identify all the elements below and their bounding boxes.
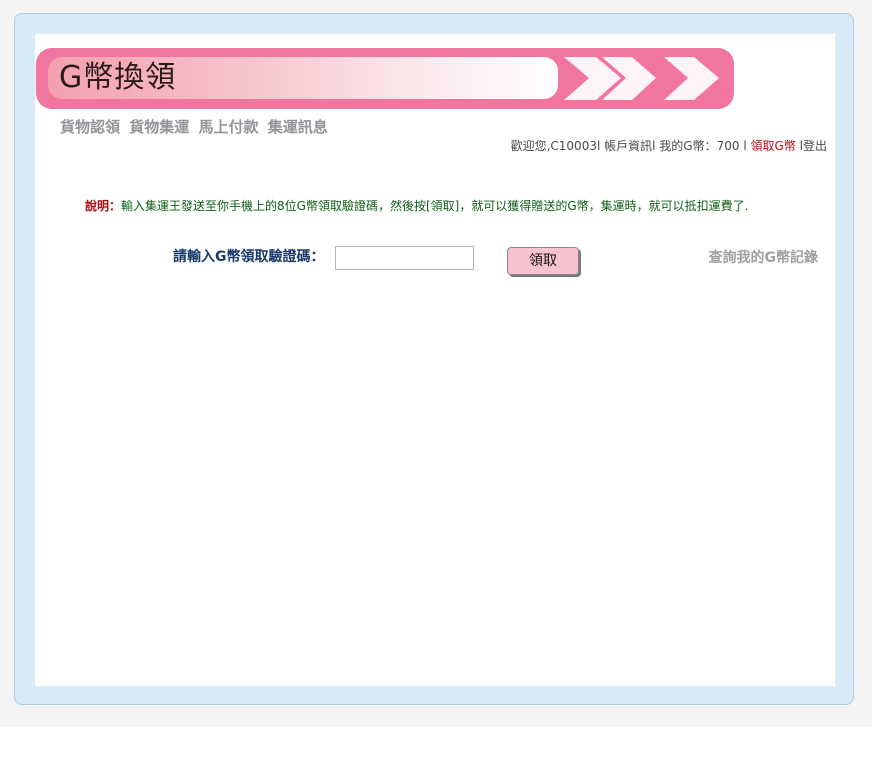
instructions-label: 說明： [85, 199, 122, 213]
verification-code-input[interactable] [335, 246, 474, 270]
g-coin-record-link[interactable]: 查詢我的G幣記錄 [709, 247, 819, 267]
instructions: 說明：輸入集運王發送至你手機上的8位G幣領取驗證碼，然後按[領取]，就可以獲得贈… [85, 197, 748, 214]
g-coin-balance: 我的G幣：700 [659, 139, 740, 153]
welcome-text: 歡迎您,C10003l [510, 139, 601, 153]
nav-item-consolidation-info[interactable]: 集運訊息 [268, 118, 328, 136]
account-info-link[interactable]: 帳戶資訊l [604, 139, 655, 153]
logout-link[interactable]: l登出 [800, 139, 827, 153]
nav-item-goods-consolidation[interactable]: 貨物集運 [129, 118, 189, 136]
claim-g-coin-link[interactable]: 領取G幣 [751, 139, 796, 153]
instructions-text: 輸入集運王發送至你手機上的8位G幣領取驗證碼，然後按[領取]，就可以獲得贈送的G… [121, 199, 749, 213]
nav-item-goods-claim[interactable]: 貨物認領 [60, 118, 120, 136]
main-content: G幣換領 貨物認領 貨物集運 馬上付款 集運訊息 歡迎您,C10003l 帳戶資… [35, 34, 835, 686]
top-nav: 貨物認領 貨物集運 馬上付款 集運訊息 [60, 116, 332, 137]
code-field-label: 請輸入G幣領取驗證碼： [173, 249, 325, 265]
nav-item-pay-now[interactable]: 馬上付款 [199, 118, 259, 136]
claim-button[interactable]: 領取 [507, 247, 579, 275]
page-banner: G幣換領 [36, 48, 734, 109]
user-info-bar: 歡迎您,C10003l 帳戶資訊l 我的G幣：700 l 領取G幣 l登出 [511, 137, 827, 154]
page-title: G幣換領 [59, 60, 177, 95]
separator: l [743, 139, 747, 153]
